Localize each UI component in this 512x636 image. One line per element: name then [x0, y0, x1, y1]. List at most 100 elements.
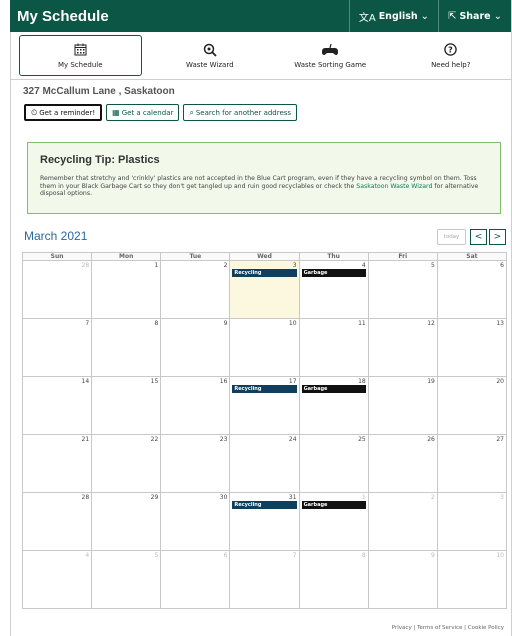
- calendar-day-cell[interactable]: 10: [230, 319, 300, 377]
- calendar-day-cell[interactable]: 7: [230, 551, 300, 609]
- calendar-day-cell[interactable]: 28: [23, 493, 93, 551]
- privacy-link[interactable]: Privacy: [392, 625, 412, 631]
- calendar-day-cell[interactable]: 13: [437, 319, 507, 377]
- calendar-icon: ▦: [112, 108, 120, 117]
- calendar-day-cell[interactable]: 3 Recycling: [230, 261, 300, 319]
- calendar-day-cell[interactable]: 9: [368, 551, 438, 609]
- calendar-day-cell[interactable]: 22: [92, 435, 162, 493]
- day-number: 10: [496, 552, 504, 559]
- terms-link[interactable]: Terms of Service: [417, 625, 462, 631]
- gamepad-icon: [322, 43, 339, 57]
- get-calendar-button[interactable]: ▦ Get a calendar: [106, 104, 180, 121]
- day-number: 22: [150, 436, 159, 443]
- day-number: 7: [85, 320, 90, 327]
- clock-icon: ⏲: [31, 107, 38, 117]
- calendar-day-cell[interactable]: 7: [23, 319, 93, 377]
- search-icon: ⌕: [189, 107, 194, 117]
- calendar-week-row: 28 29 30 31 Recycling 1 Garbage 2 3: [23, 493, 507, 551]
- calendar-day-cell[interactable]: 18 Garbage: [299, 377, 369, 435]
- calendar-day-cell[interactable]: 2: [161, 261, 231, 319]
- calendar-day-cell[interactable]: 27: [437, 435, 507, 493]
- garbage-event[interactable]: Garbage: [301, 269, 366, 277]
- calendar-day-cell[interactable]: 3: [437, 493, 507, 551]
- recycling-tip-panel: Recycling Tip: Plastics Remember that st…: [27, 142, 501, 214]
- calendar-day-cell[interactable]: 8: [92, 319, 162, 377]
- calendar-day-cell[interactable]: 4 Garbage: [299, 261, 369, 319]
- calendar-day-cell[interactable]: 16: [161, 377, 231, 435]
- calendar-day-cell[interactable]: 29: [92, 493, 162, 551]
- calendar-day-cell[interactable]: 15: [92, 377, 162, 435]
- svg-text:?: ?: [448, 45, 453, 54]
- prev-month-button[interactable]: <: [470, 229, 487, 245]
- calendar-day-cell[interactable]: 28: [23, 261, 93, 319]
- calendar-day-cell[interactable]: 5: [92, 551, 162, 609]
- calendar-day-cell[interactable]: 6: [161, 551, 231, 609]
- recycling-event[interactable]: Recycling: [232, 385, 297, 393]
- day-number: 1: [361, 494, 366, 501]
- calendar-week-row: 14 15 16 17 Recycling 18 Garbage 19 20: [23, 377, 507, 435]
- cookie-policy-link[interactable]: Cookie Policy: [468, 625, 504, 631]
- address-label: 327 McCallum Lane , Saskatoon: [23, 86, 175, 97]
- calendar-day-cell[interactable]: 5: [368, 261, 438, 319]
- tab-label: Waste Sorting Game: [294, 60, 367, 69]
- calendar-controls: today < >: [437, 229, 506, 245]
- tab-need-help[interactable]: ? Need help?: [391, 32, 512, 79]
- day-of-week-header: Fri: [368, 253, 438, 261]
- tab-my-schedule[interactable]: My Schedule: [19, 35, 142, 76]
- calendar-day-cell[interactable]: 2: [368, 493, 438, 551]
- calendar-day-cell[interactable]: 8: [299, 551, 369, 609]
- calendar-week-row: 21 22 23 24 25 26 27: [23, 435, 507, 493]
- waste-wizard-link[interactable]: Saskatoon Waste Wizard: [356, 183, 432, 190]
- calendar-day-cell[interactable]: 19: [368, 377, 438, 435]
- calendar-month-title: March 2021: [24, 229, 88, 243]
- calendar-day-cell[interactable]: 30: [161, 493, 231, 551]
- calendar-day-cell[interactable]: 26: [368, 435, 438, 493]
- calendar-day-cell[interactable]: 1: [92, 261, 162, 319]
- search-address-label: Search for another address: [195, 108, 292, 117]
- tab-waste-sorting-game[interactable]: Waste Sorting Game: [270, 32, 391, 79]
- calendar-day-cell[interactable]: 21: [23, 435, 93, 493]
- share-button[interactable]: ⇱ Share ⌄: [438, 0, 511, 32]
- day-number: 1: [154, 262, 159, 269]
- calendar-day-cell[interactable]: 25: [299, 435, 369, 493]
- calendar-day-cell[interactable]: 31 Recycling: [230, 493, 300, 551]
- page-title: My Schedule: [17, 7, 109, 25]
- day-number: 28: [81, 262, 90, 269]
- calendar-day-cell[interactable]: 17 Recycling: [230, 377, 300, 435]
- share-label: Share: [459, 10, 491, 22]
- tab-waste-wizard[interactable]: Waste Wizard: [150, 32, 271, 79]
- get-reminder-button[interactable]: ⏲ Get a reminder!: [24, 104, 103, 121]
- get-reminder-label: Get a reminder!: [39, 108, 96, 117]
- calendar-day-cell[interactable]: 1 Garbage: [299, 493, 369, 551]
- tip-body: Remember that stretchy and 'crinkly' pla…: [40, 175, 488, 198]
- search-address-button[interactable]: ⌕ Search for another address: [183, 104, 298, 121]
- day-number: 4: [85, 552, 90, 559]
- day-number: 27: [496, 436, 504, 443]
- calendar-day-cell[interactable]: 14: [23, 377, 93, 435]
- day-number: 19: [427, 378, 435, 385]
- day-number: 8: [154, 320, 159, 327]
- calendar-week-row: 28 1 2 3 Recycling 4 Garbage 5 6: [23, 261, 507, 319]
- day-number: 30: [219, 494, 228, 501]
- calendar-week-row: 4 5 6 7 8 9 10: [23, 551, 507, 609]
- recycling-event[interactable]: Recycling: [232, 269, 297, 277]
- today-button[interactable]: today: [437, 229, 466, 245]
- day-number: 7: [292, 552, 297, 559]
- calendar-day-cell[interactable]: 20: [437, 377, 507, 435]
- garbage-event[interactable]: Garbage: [301, 501, 366, 509]
- garbage-event[interactable]: Garbage: [301, 385, 366, 393]
- next-month-button[interactable]: >: [489, 229, 506, 245]
- calendar-day-cell[interactable]: 12: [368, 319, 438, 377]
- get-calendar-label: Get a calendar: [121, 108, 174, 117]
- calendar-day-cell[interactable]: 24: [230, 435, 300, 493]
- day-number: 18: [358, 378, 366, 385]
- calendar-day-cell[interactable]: 11: [299, 319, 369, 377]
- recycling-event[interactable]: Recycling: [232, 501, 297, 509]
- calendar-day-cell[interactable]: 23: [161, 435, 231, 493]
- calendar-day-cell[interactable]: 9: [161, 319, 231, 377]
- calendar-day-cell[interactable]: 10: [437, 551, 507, 609]
- calendar-day-cell[interactable]: 6: [437, 261, 507, 319]
- magnifier-icon: [203, 43, 217, 57]
- language-button[interactable]: 文A English ⌄: [348, 0, 438, 32]
- calendar-day-cell[interactable]: 4: [23, 551, 93, 609]
